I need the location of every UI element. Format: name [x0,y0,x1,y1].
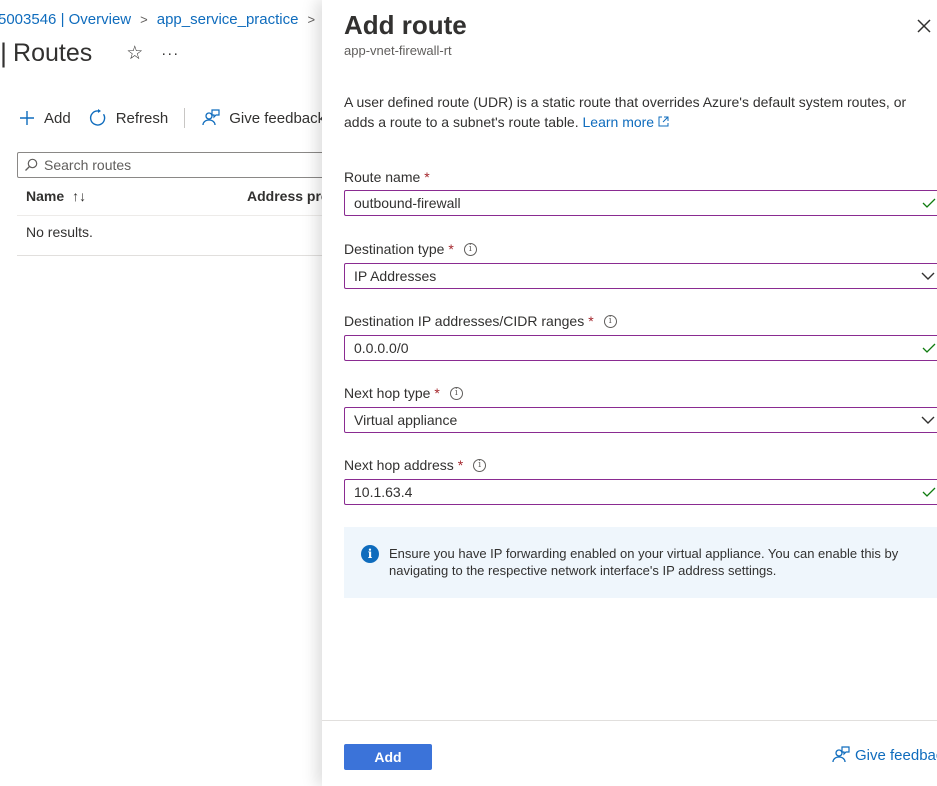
chevron-down-icon [921,272,935,280]
page-header: | Routes ☆ ··· [0,38,179,69]
required-indicator: * [434,385,440,401]
route-name-input[interactable]: outbound-firewall [344,190,937,216]
route-name-label: Route name * [344,169,430,185]
panel-title: Add route [344,10,467,40]
destination-type-dropdown[interactable]: IP Addresses [344,263,937,289]
breadcrumb: 5003546 | Overview > app_service_practice >… [0,11,322,28]
chevron-down-icon [921,416,935,424]
next-hop-type-label: Next hop type * i [344,385,463,401]
breadcrumb-overview[interactable]: 5003546 | Overview [0,11,131,28]
checkmark-icon [922,343,936,353]
info-icon[interactable]: i [449,386,463,400]
destination-ip-label: Destination IP addresses/CIDR ranges * i [344,313,617,329]
next-hop-type-dropdown[interactable]: Virtual appliance [344,407,937,433]
empty-state-text: No results. [26,224,93,240]
required-indicator: * [588,313,594,329]
route-name-value: outbound-firewall [354,195,461,211]
add-button[interactable]: Add [344,744,432,770]
column-header-name[interactable]: Name ↑↓ [26,188,86,204]
feedback-icon [202,109,220,126]
panel-description: A user defined route (UDR) is a static r… [344,92,929,132]
table-divider [17,215,322,216]
add-route-panel: Add route app-vnet-firewall-rt A user de… [322,0,937,786]
close-icon[interactable] [915,17,933,35]
info-icon[interactable]: i [603,314,617,328]
refresh-button[interactable]: Refresh [88,108,169,128]
title-divider: | [0,38,8,68]
feedback-icon [832,746,850,763]
give-feedback-link[interactable]: Give feedback [831,745,937,765]
next-hop-address-value: 10.1.63.4 [354,484,413,500]
table-header: Name ↑↓ Address pre [26,188,322,204]
more-options-icon[interactable]: ··· [161,45,179,62]
checkmark-icon [922,487,936,497]
info-banner-text: Ensure you have IP forwarding enabled on… [389,546,899,578]
next-hop-type-value: Virtual appliance [354,412,458,428]
routes-page: 5003546 | Overview > app_service_practice >… [0,0,322,786]
required-indicator: * [448,241,454,257]
learn-more-link[interactable]: Learn more [583,114,669,130]
destination-type-value: IP Addresses [354,268,437,284]
info-banner: i Ensure you have IP forwarding enabled … [344,527,937,598]
star-icon[interactable]: ☆ [126,42,143,65]
breadcrumb-app-service-practice[interactable]: app_service_practice [157,11,299,28]
destination-ip-input[interactable]: 0.0.0.0/0 [344,335,937,361]
search-placeholder: Search routes [44,157,132,173]
checkmark-icon [922,198,936,208]
add-route-button[interactable]: Add [18,109,71,127]
chevron-right-icon: > [307,12,316,27]
refresh-icon [89,109,106,126]
command-bar: Add Refresh Give feedback [18,108,322,128]
refresh-label: Refresh [115,109,169,127]
required-indicator: * [424,169,430,185]
destination-ip-value: 0.0.0.0/0 [354,340,409,356]
info-icon[interactable]: i [463,242,477,256]
info-circle-icon: i [361,545,379,563]
column-header-address-prefix[interactable]: Address pre [247,188,322,204]
give-feedback-button[interactable]: Give feedback [201,108,322,128]
feedback-label: Give feedback [855,746,937,764]
external-link-icon [658,116,669,127]
destination-type-label: Destination type * i [344,241,477,257]
footer-divider [322,720,937,721]
panel-subtitle: app-vnet-firewall-rt [344,43,452,58]
toolbar-divider [184,108,186,128]
add-label: Add [44,109,71,127]
next-hop-address-label: Next hop address * i [344,457,487,473]
table-divider [17,255,322,256]
next-hop-address-input[interactable]: 10.1.63.4 [344,479,937,505]
info-icon[interactable]: i [473,458,487,472]
required-indicator: * [457,457,464,473]
feedback-label: Give feedback [229,109,322,127]
sort-icon[interactable]: ↑↓ [72,188,86,204]
chevron-right-icon: > [140,12,148,27]
search-icon [25,158,38,171]
search-routes-input[interactable]: Search routes [17,152,322,178]
page-title: Routes [13,39,93,67]
plus-icon [20,111,34,125]
